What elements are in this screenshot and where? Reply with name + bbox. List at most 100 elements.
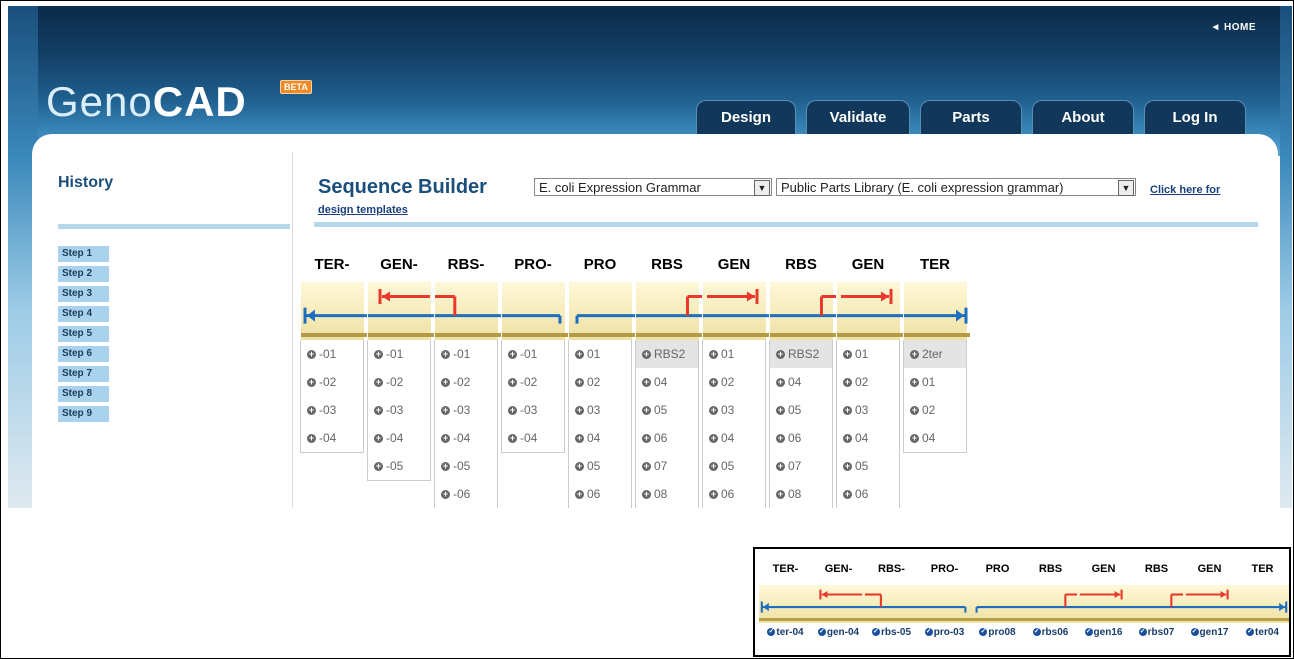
- part-option-selected[interactable]: + RBS2: [636, 340, 698, 368]
- part-option[interactable]: +05: [703, 452, 765, 480]
- part-option[interactable]: + -03: [368, 396, 430, 424]
- part-option[interactable]: + -03: [435, 396, 497, 424]
- part-option[interactable]: +05: [837, 452, 899, 480]
- design-templates-link[interactable]: Click here for: [1150, 184, 1220, 196]
- genocad-logo[interactable]: GenoCAD: [46, 78, 247, 126]
- tab-validate[interactable]: Validate: [806, 100, 910, 135]
- part-option[interactable]: + -01: [502, 340, 564, 368]
- part-option[interactable]: + -03: [301, 396, 363, 424]
- part-icon-box[interactable]: [769, 282, 836, 340]
- part-option[interactable]: +06: [636, 424, 698, 452]
- part-option[interactable]: +01: [837, 340, 899, 368]
- part-option[interactable]: + -02: [502, 368, 564, 396]
- part-option[interactable]: +04: [837, 424, 899, 452]
- part-option[interactable]: + -02: [301, 368, 363, 396]
- part-option[interactable]: +02: [569, 368, 631, 396]
- part-option[interactable]: + -01: [301, 340, 363, 368]
- part-option[interactable]: +03: [703, 396, 765, 424]
- final-part-id[interactable]: ✓ pro08: [971, 623, 1024, 643]
- part-option[interactable]: +05: [569, 452, 631, 480]
- final-part-id[interactable]: ✓ pro-03: [918, 623, 971, 643]
- final-part-id[interactable]: ✓ ter04: [1236, 623, 1289, 643]
- part-option[interactable]: +04: [636, 368, 698, 396]
- part-option[interactable]: + -05: [435, 452, 497, 480]
- check-icon: ✓: [1032, 628, 1041, 637]
- part-option[interactable]: +03: [837, 396, 899, 424]
- chevron-down-icon[interactable]: ▼: [754, 180, 770, 196]
- part-option[interactable]: +02: [904, 396, 966, 424]
- part-icon-box[interactable]: [568, 282, 635, 340]
- final-part-id[interactable]: ✓ rbs-05: [865, 623, 918, 643]
- final-part-id[interactable]: ✓ rbs07: [1130, 623, 1183, 643]
- history-step-3[interactable]: Step 3: [58, 286, 109, 302]
- part-icon-box[interactable]: [501, 282, 568, 340]
- part-option[interactable]: +02: [703, 368, 765, 396]
- part-option[interactable]: + -04: [435, 424, 497, 452]
- final-part-id[interactable]: ✓ gen16: [1077, 623, 1130, 643]
- part-option[interactable]: + -02: [435, 368, 497, 396]
- sidebar-divider: [292, 152, 293, 508]
- final-part-id[interactable]: ✓ ter-04: [759, 623, 812, 643]
- part-option[interactable]: +08: [636, 480, 698, 508]
- part-option[interactable]: +02: [837, 368, 899, 396]
- part-option[interactable]: + -04: [368, 424, 430, 452]
- part-option[interactable]: +01: [703, 340, 765, 368]
- part-option[interactable]: +06: [837, 480, 899, 508]
- part-option[interactable]: +07: [636, 452, 698, 480]
- design-templates-link-cont[interactable]: design templates: [318, 204, 408, 216]
- part-icon-box[interactable]: [903, 282, 970, 340]
- history-step-9[interactable]: Step 9: [58, 406, 109, 422]
- history-step-1[interactable]: Step 1: [58, 246, 109, 262]
- part-option[interactable]: +04: [703, 424, 765, 452]
- part-option[interactable]: +05: [636, 396, 698, 424]
- plus-icon: +: [910, 433, 919, 444]
- final-column: GEN ✓ gen16: [1077, 563, 1130, 643]
- part-icon-box[interactable]: [300, 282, 367, 340]
- part-icon-box[interactable]: [635, 282, 702, 340]
- part-option[interactable]: +04: [770, 368, 832, 396]
- part-option[interactable]: + -02: [368, 368, 430, 396]
- home-link[interactable]: ◄ HOME: [1210, 22, 1256, 33]
- part-option[interactable]: +07: [770, 452, 832, 480]
- part-option[interactable]: + -03: [502, 396, 564, 424]
- part-option[interactable]: +05: [770, 396, 832, 424]
- part-option[interactable]: +03: [569, 396, 631, 424]
- history-step-5[interactable]: Step 5: [58, 326, 109, 342]
- part-option[interactable]: +06: [569, 480, 631, 508]
- tab-parts[interactable]: Parts: [920, 100, 1022, 135]
- part-option[interactable]: +06: [770, 424, 832, 452]
- grammar-select[interactable]: E. coli Expression Grammar ▼: [534, 178, 772, 196]
- history-step-6[interactable]: Step 6: [58, 346, 109, 362]
- part-option-selected[interactable]: + RBS2: [770, 340, 832, 368]
- part-option[interactable]: + -04: [301, 424, 363, 452]
- part-option[interactable]: +06: [703, 480, 765, 508]
- chevron-down-icon[interactable]: ▼: [1118, 180, 1134, 196]
- part-option[interactable]: +04: [569, 424, 631, 452]
- final-part-id[interactable]: ✓ gen17: [1183, 623, 1236, 643]
- history-step-8[interactable]: Step 8: [58, 386, 109, 402]
- part-option[interactable]: + -01: [368, 340, 430, 368]
- part-option[interactable]: + -05: [368, 452, 430, 480]
- library-select[interactable]: Public Parts Library (E. coli expression…: [776, 178, 1136, 196]
- part-icon-box[interactable]: [434, 282, 501, 340]
- final-part-id[interactable]: ✓ rbs06: [1024, 623, 1077, 643]
- tab-about[interactable]: About: [1032, 100, 1134, 135]
- final-part-id[interactable]: ✓ gen-04: [812, 623, 865, 643]
- part-icon-box[interactable]: [367, 282, 434, 340]
- history-step-7[interactable]: Step 7: [58, 366, 109, 382]
- part-option[interactable]: +08: [770, 480, 832, 508]
- rbs-glyph: [636, 295, 702, 337]
- part-option[interactable]: + -01: [435, 340, 497, 368]
- part-icon-box[interactable]: [836, 282, 903, 340]
- part-option[interactable]: + -04: [502, 424, 564, 452]
- part-option[interactable]: +04: [904, 424, 966, 452]
- part-option[interactable]: +01: [569, 340, 631, 368]
- tab-design[interactable]: Design: [696, 100, 796, 135]
- tab-log-in[interactable]: Log In: [1144, 100, 1246, 135]
- history-step-2[interactable]: Step 2: [58, 266, 109, 282]
- part-option[interactable]: + -06: [435, 480, 497, 508]
- part-option-selected[interactable]: +2ter: [904, 340, 966, 368]
- part-icon-box[interactable]: [702, 282, 769, 340]
- history-step-4[interactable]: Step 4: [58, 306, 109, 322]
- part-option[interactable]: +01: [904, 368, 966, 396]
